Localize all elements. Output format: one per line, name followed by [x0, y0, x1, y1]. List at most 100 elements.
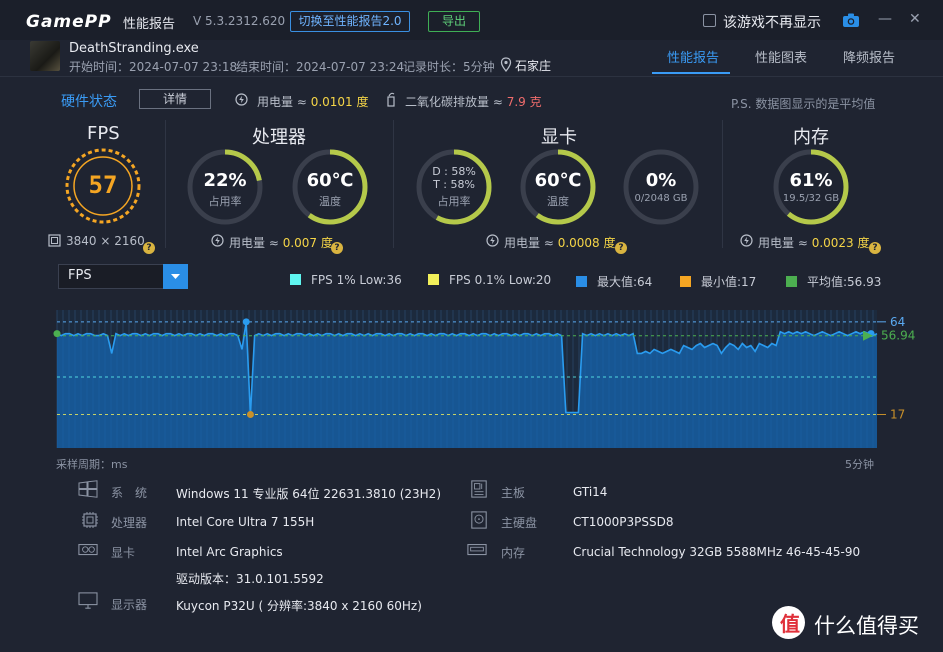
- min-point: [246, 410, 254, 418]
- gpu-vram-label: 0/2048 GB: [634, 193, 688, 204]
- gpu-temp-value: 60℃: [534, 170, 582, 191]
- tab-performance-chart[interactable]: 性能图表: [755, 47, 807, 66]
- help-icon[interactable]: ?: [331, 235, 343, 254]
- start-point: [53, 330, 61, 338]
- minimize-button[interactable]: —: [878, 11, 892, 27]
- dont-show-checkbox[interactable]: [703, 14, 716, 27]
- cpu-usage-value: 22%: [203, 170, 247, 191]
- ram-icon: [467, 544, 487, 556]
- hardware-status-title: 硬件状态: [61, 94, 117, 110]
- panel-divider: [393, 120, 394, 248]
- cpu-power-value: 0.007 度: [282, 236, 333, 250]
- min-value-label: 17: [890, 407, 905, 421]
- monitor-icon: [78, 592, 98, 609]
- location-city: 石家庄: [515, 59, 552, 73]
- app-logo: GamePP: [26, 12, 112, 32]
- gpu-power-value: 0.0008 度: [557, 236, 616, 250]
- chart-note: P.S. 数据图显示的是平均值: [731, 97, 876, 111]
- tab-performance-report[interactable]: 性能报告: [667, 47, 719, 66]
- ram-value: Crucial Technology 32GB 5588MHz 46-45-45…: [573, 545, 861, 559]
- avg-value-label: 56.94: [881, 329, 915, 343]
- help-icon[interactable]: ?: [143, 235, 155, 254]
- location-icon: [500, 57, 512, 72]
- gpu-label: 显卡: [111, 546, 136, 560]
- ram-label: 内存: [501, 546, 526, 560]
- game-thumbnail: [30, 41, 60, 71]
- motherboard-value: GTi14: [573, 485, 608, 499]
- total-power-label: 用电量 ≈: [257, 95, 311, 109]
- gpu-vram-value: 0%: [645, 170, 677, 191]
- export-button[interactable]: 导出: [428, 11, 480, 32]
- help-icon[interactable]: ?: [615, 235, 627, 254]
- watermark-glyph: 值: [780, 612, 800, 636]
- total-power-value: 0.0101 度: [310, 95, 369, 109]
- co2-label: 二氧化碳排放量 ≈: [405, 95, 507, 109]
- motherboard-label: 主板: [501, 486, 526, 500]
- cpu-icon: [82, 512, 98, 528]
- cpu-usage-label: 占用率: [208, 195, 242, 208]
- chevron-down-icon[interactable]: [163, 264, 188, 289]
- co2-emission: 二氧化碳排放量 ≈ 7.9 克: [405, 93, 542, 110]
- power-icon: [211, 234, 224, 247]
- cpu-power-label: 用电量 ≈: [229, 236, 283, 250]
- max-value-label: 64: [890, 315, 905, 329]
- mem-power: 用电量 ≈ 0.0023 度: [758, 234, 870, 251]
- start-time: 开始时间：2024-07-07 23:18: [69, 60, 238, 74]
- tab-throttle-report[interactable]: 降频报告: [843, 47, 895, 66]
- panel-divider: [165, 120, 166, 248]
- co2-value: 7.9 克: [506, 95, 542, 109]
- legend-1pct-low: FPS 1% Low:36: [290, 273, 402, 287]
- cpu-label: 处理器: [111, 516, 148, 530]
- legend-avg: 平均值:56.93: [786, 273, 881, 290]
- gpu-power-label: 用电量 ≈: [504, 236, 558, 250]
- power-icon: [740, 234, 753, 247]
- cpu-title: 处理器: [252, 127, 306, 148]
- motherboard-icon: [471, 480, 487, 498]
- cpu-temp-label: 温度: [319, 195, 341, 208]
- legend-min: 最小值:17: [680, 273, 756, 290]
- windows-icon: [78, 480, 98, 498]
- panel-divider: [722, 120, 723, 248]
- game-exe-name: DeathStranding.exe: [69, 41, 199, 56]
- fps-chart: 6456.94 17: [53, 310, 915, 448]
- gpu-usage-d: D : 58%: [432, 165, 476, 178]
- version-label: V 5.3.2312.620: [193, 14, 286, 28]
- active-tab-indicator: [652, 72, 730, 74]
- gpu-usage-label: 占用率: [437, 195, 471, 208]
- legend-01pct-low: FPS 0.1% Low:20: [428, 273, 551, 287]
- system-label: 系 统: [111, 486, 148, 500]
- monitor-label: 显示器: [111, 598, 148, 612]
- fps-title: FPS: [87, 123, 120, 144]
- mem-power-label: 用电量 ≈: [758, 236, 812, 250]
- gpu-value: Intel Arc Graphics: [176, 545, 283, 559]
- record-duration: 记录时长：5分钟: [403, 60, 495, 74]
- power-icon: [235, 93, 248, 106]
- mem-power-value: 0.0023 度: [811, 236, 870, 250]
- disk-icon: [471, 511, 487, 529]
- switch-report-button[interactable]: 切换至性能报告2.0: [290, 11, 410, 32]
- gpu-driver-value: 驱动版本：31.0.101.5592: [176, 572, 324, 586]
- gpu-title: 显卡: [541, 127, 577, 148]
- camera-icon[interactable]: [842, 12, 860, 28]
- gpu-temp-label: 温度: [547, 195, 569, 208]
- fps-value: 57: [88, 171, 118, 199]
- cpu-temp-value: 60℃: [306, 170, 354, 191]
- total-power: 用电量 ≈ 0.0101 度: [257, 93, 369, 110]
- cpu-power: 用电量 ≈ 0.007 度: [229, 234, 333, 251]
- details-button[interactable]: 详情: [139, 89, 211, 109]
- power-icon: [486, 234, 499, 247]
- monitor-value: Kuycon P32U ( 分辨率:3840 x 2160 60Hz): [176, 599, 422, 613]
- end-time: 结束时间：2024-07-07 23:24: [236, 60, 405, 74]
- legend-max: 最大值:64: [576, 273, 652, 290]
- system-value: Windows 11 专业版 64位 22631.3810 (23H2): [176, 487, 441, 501]
- cpu-value: Intel Core Ultra 7 155H: [176, 515, 315, 529]
- watermark-text: 什么值得买: [814, 614, 919, 638]
- co2-icon: [387, 92, 395, 107]
- close-button[interactable]: ✕: [909, 11, 921, 27]
- mem-title: 内存: [793, 127, 829, 148]
- window-title: 性能报告: [123, 17, 176, 32]
- resolution-icon: [48, 234, 61, 247]
- disk-value: CT1000P3PSSD8: [573, 515, 674, 529]
- resolution-value: 3840 × 2160: [66, 234, 145, 248]
- help-icon[interactable]: ?: [869, 235, 881, 254]
